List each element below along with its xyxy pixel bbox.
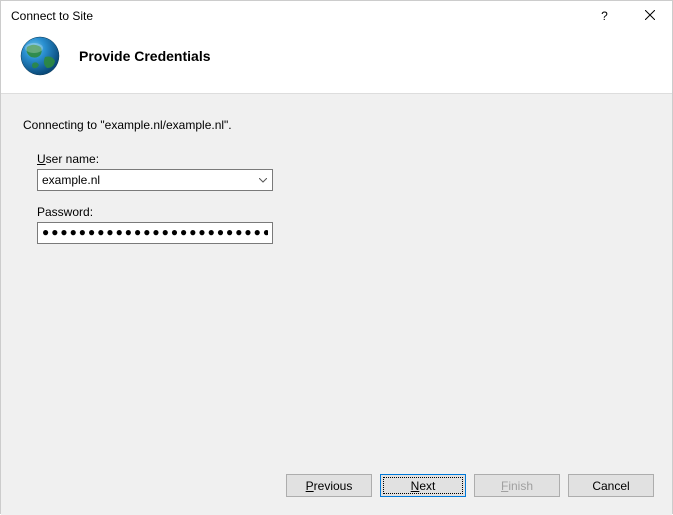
close-button[interactable] bbox=[627, 1, 672, 31]
username-group: User name: bbox=[37, 152, 650, 191]
help-icon: ? bbox=[601, 9, 608, 23]
window-title: Connect to Site bbox=[11, 9, 582, 23]
globe-icon bbox=[19, 35, 61, 77]
finish-button: Finish bbox=[474, 474, 560, 497]
password-input[interactable] bbox=[37, 222, 273, 244]
page-title: Provide Credentials bbox=[79, 48, 211, 64]
titlebar: Connect to Site ? bbox=[1, 1, 672, 31]
help-button[interactable]: ? bbox=[582, 1, 627, 31]
wizard-header: Provide Credentials bbox=[1, 31, 672, 94]
username-combo[interactable] bbox=[37, 169, 273, 191]
previous-button[interactable]: Previous bbox=[286, 474, 372, 497]
username-label: User name: bbox=[37, 152, 650, 166]
password-label: Password: bbox=[37, 205, 650, 219]
username-input[interactable] bbox=[37, 169, 273, 191]
close-icon bbox=[645, 9, 655, 23]
wizard-footer: Previous Next Finish Cancel bbox=[1, 462, 672, 515]
cancel-button[interactable]: Cancel bbox=[568, 474, 654, 497]
next-button[interactable]: Next bbox=[380, 474, 466, 497]
connecting-text: Connecting to "example.nl/example.nl". bbox=[23, 118, 650, 132]
password-group: Password: bbox=[37, 205, 650, 244]
content-area: Connecting to "example.nl/example.nl". U… bbox=[1, 94, 672, 462]
